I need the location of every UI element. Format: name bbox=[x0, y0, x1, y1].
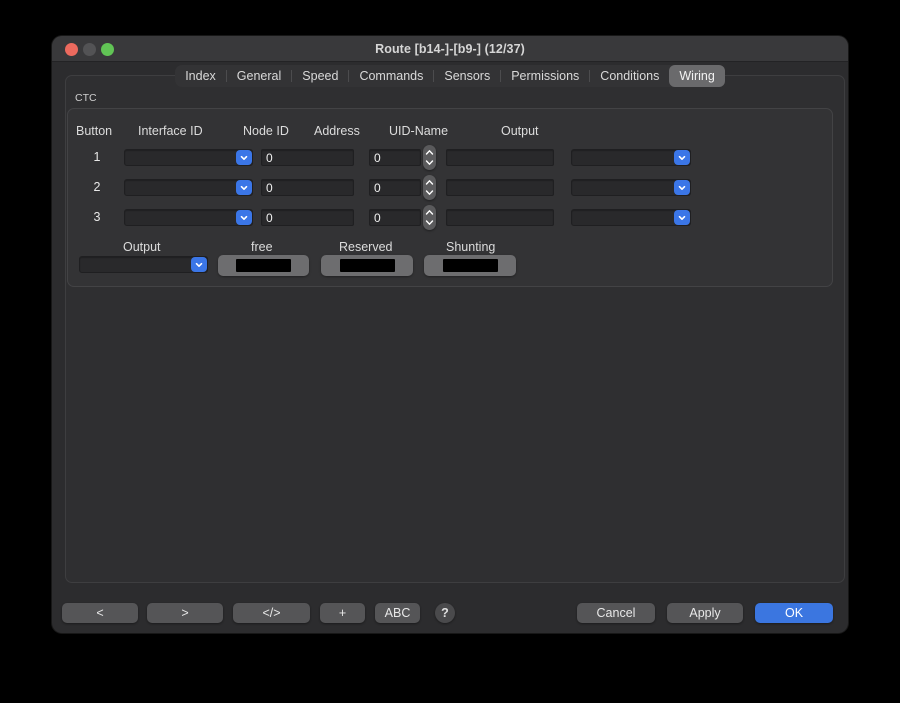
apply-button[interactable]: Apply bbox=[667, 603, 743, 623]
color-swatch bbox=[236, 259, 291, 272]
node-id-field[interactable] bbox=[261, 179, 354, 196]
address-field[interactable] bbox=[369, 209, 421, 226]
tab-index[interactable]: Index bbox=[175, 65, 226, 87]
stepper-down-icon bbox=[425, 159, 434, 166]
help-button[interactable]: ? bbox=[435, 603, 455, 623]
uid-name-field[interactable] bbox=[446, 209, 554, 226]
ctc-group-box: Button Interface ID Node ID Address UID-… bbox=[67, 108, 833, 287]
interface-id-dropdown[interactable] bbox=[124, 149, 253, 166]
chevron-down-icon bbox=[236, 210, 252, 225]
shunting-color-well[interactable] bbox=[424, 255, 516, 276]
node-id-field[interactable] bbox=[261, 149, 354, 166]
chevron-down-icon bbox=[236, 150, 252, 165]
desktop-background: Route [b14-]-[b9-] (12/37) Index General… bbox=[0, 0, 900, 703]
close-button[interactable] bbox=[65, 43, 78, 56]
free-color-well[interactable] bbox=[218, 255, 309, 276]
tab-sensors[interactable]: Sensors bbox=[434, 65, 500, 87]
col-header-node: Node ID bbox=[243, 124, 289, 138]
stepper-up-icon bbox=[425, 209, 434, 216]
col-header-address: Address bbox=[314, 124, 360, 138]
aspect-free-label: free bbox=[251, 240, 273, 254]
col-header-interface: Interface ID bbox=[138, 124, 203, 138]
ok-button[interactable]: OK bbox=[755, 603, 833, 623]
col-header-output: Output bbox=[501, 124, 539, 138]
aspect-output-label: Output bbox=[123, 240, 161, 254]
zoom-button[interactable] bbox=[101, 43, 114, 56]
uid-name-field[interactable] bbox=[446, 179, 554, 196]
ctc-group-label: CTC bbox=[75, 92, 97, 104]
minimize-button bbox=[83, 43, 96, 56]
output-dropdown[interactable] bbox=[571, 179, 691, 196]
node-id-field[interactable] bbox=[261, 209, 354, 226]
aspect-shunting-label: Shunting bbox=[446, 240, 495, 254]
address-stepper[interactable] bbox=[423, 145, 436, 170]
stepper-down-icon bbox=[425, 219, 434, 226]
tab-wiring[interactable]: Wiring bbox=[669, 65, 724, 87]
address-stepper[interactable] bbox=[423, 175, 436, 200]
color-swatch bbox=[443, 259, 498, 272]
code-button[interactable]: </> bbox=[233, 603, 310, 623]
interface-id-dropdown[interactable] bbox=[124, 209, 253, 226]
route-dialog-window: Route [b14-]-[b9-] (12/37) Index General… bbox=[52, 36, 848, 633]
aspect-reserved-label: Reserved bbox=[339, 240, 393, 254]
add-button[interactable]: + bbox=[320, 603, 365, 623]
chevron-down-icon bbox=[674, 150, 690, 165]
row-number: 2 bbox=[82, 180, 112, 194]
chevron-down-icon bbox=[236, 180, 252, 195]
cancel-button[interactable]: Cancel bbox=[577, 603, 655, 623]
row-number: 1 bbox=[82, 150, 112, 164]
tab-permissions[interactable]: Permissions bbox=[501, 65, 589, 87]
tab-commands[interactable]: Commands bbox=[349, 65, 433, 87]
address-field[interactable] bbox=[369, 149, 421, 166]
abc-button[interactable]: ABC bbox=[375, 603, 420, 623]
address-stepper[interactable] bbox=[423, 205, 436, 230]
prev-button[interactable]: < bbox=[62, 603, 138, 623]
tab-strip: Index General Speed Commands Sensors Per… bbox=[175, 65, 725, 87]
tab-general[interactable]: General bbox=[227, 65, 291, 87]
tab-speed[interactable]: Speed bbox=[292, 65, 348, 87]
aspect-output-dropdown[interactable] bbox=[79, 256, 208, 273]
stepper-down-icon bbox=[425, 189, 434, 196]
color-swatch bbox=[340, 259, 395, 272]
window-title: Route [b14-]-[b9-] (12/37) bbox=[375, 42, 525, 56]
tab-bar: Index General Speed Commands Sensors Per… bbox=[52, 64, 848, 87]
chevron-down-icon bbox=[674, 210, 690, 225]
row-number: 3 bbox=[82, 210, 112, 224]
chevron-down-icon bbox=[191, 257, 207, 272]
address-field[interactable] bbox=[369, 179, 421, 196]
chevron-down-icon bbox=[674, 180, 690, 195]
col-header-button: Button bbox=[76, 124, 112, 138]
traffic-lights bbox=[65, 36, 114, 62]
uid-name-field[interactable] bbox=[446, 149, 554, 166]
tab-conditions[interactable]: Conditions bbox=[590, 65, 669, 87]
next-button[interactable]: > bbox=[147, 603, 223, 623]
reserved-color-well[interactable] bbox=[321, 255, 413, 276]
output-dropdown[interactable] bbox=[571, 209, 691, 226]
titlebar[interactable]: Route [b14-]-[b9-] (12/37) bbox=[52, 36, 848, 62]
stepper-up-icon bbox=[425, 149, 434, 156]
stepper-up-icon bbox=[425, 179, 434, 186]
col-header-uid: UID-Name bbox=[389, 124, 448, 138]
interface-id-dropdown[interactable] bbox=[124, 179, 253, 196]
output-dropdown[interactable] bbox=[571, 149, 691, 166]
